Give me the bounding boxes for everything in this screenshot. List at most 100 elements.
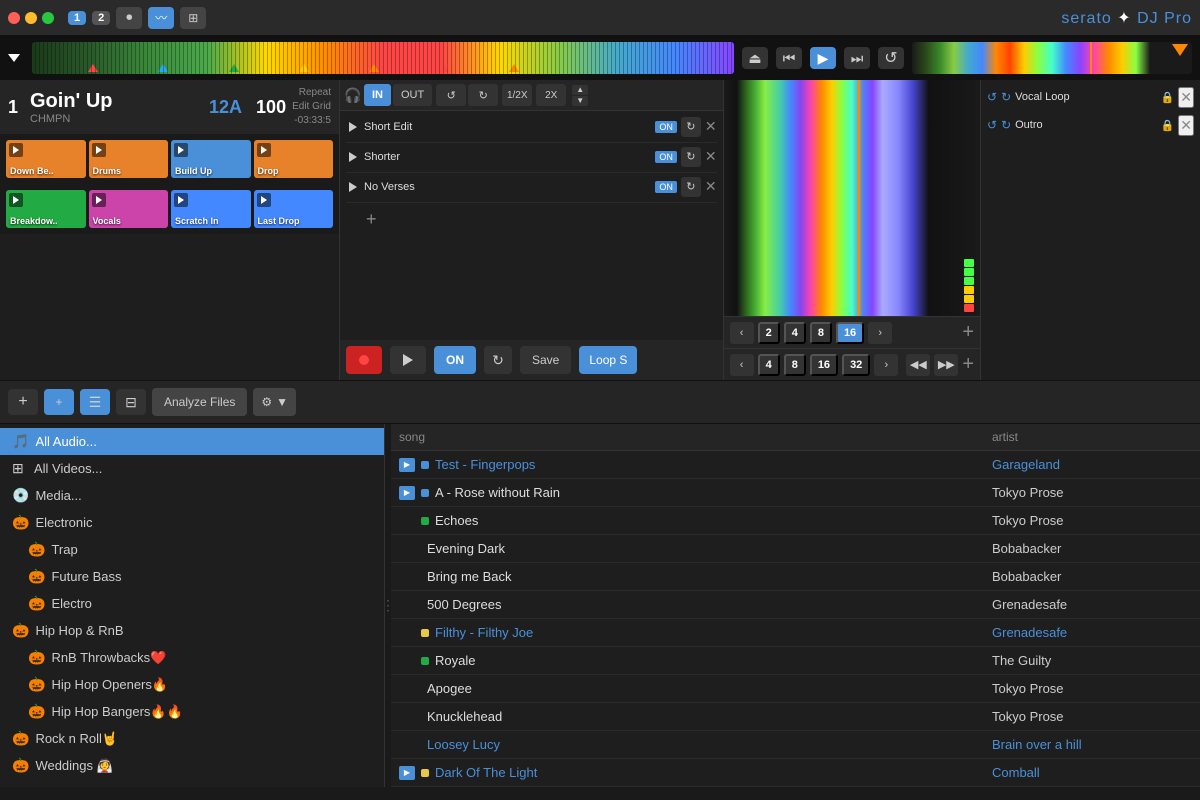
track-row[interactable]: Echoes Tokyo Prose [391,507,1200,535]
library-settings-btn[interactable]: ⚙ ▼ [253,388,296,416]
track-row[interactable]: ▶ Test - Fingerpops Garageland [391,451,1200,479]
grid-view-btn[interactable]: ⊟ [116,389,146,415]
cue-pad-scratch[interactable]: Scratch In [171,190,251,228]
loop2-close-btn[interactable]: ✕ [705,148,717,165]
loop1-play-btn[interactable] [346,120,360,134]
minimize-window-btn[interactable] [25,12,37,24]
loop1-close-btn[interactable]: ✕ [705,118,717,135]
grid-btn[interactable]: ⊞ [180,7,206,29]
sync-button[interactable]: ↻ [484,346,512,374]
loop3-close-btn[interactable]: ✕ [705,178,717,195]
loop-add-btn[interactable]: + [962,321,974,344]
sidebar-item-rnb[interactable]: 🎃 RnB Throwbacks❤️ [0,644,384,671]
deck-tab-2[interactable]: 2 [92,11,110,25]
loop-rewind-btn[interactable]: ↺ [436,84,466,106]
loop-prev2-btn[interactable]: ‹ [730,354,754,376]
track-row[interactable]: Apogee Tokyo Prose [391,675,1200,703]
left-deck: 1 Goin' Up CHMPN 12A 100 Repeat Edit Gri… [0,80,340,380]
cue-pad-drop[interactable]: Drop [254,140,334,178]
loop-size-8[interactable]: 8 [810,322,832,344]
sidebar-item-hiphop[interactable]: 🎃 Hip Hop & RnB [0,617,384,644]
loop-forward-btn[interactable]: ↻ [468,84,498,106]
loop-arrow-right-btn[interactable]: ▶▶ [934,354,958,376]
cue-pad-drums[interactable]: Drums [89,140,169,178]
save-button[interactable]: Save [520,346,571,374]
cue-pad-breakdown[interactable]: Breakdow.. [6,190,86,228]
loop-size-4[interactable]: 4 [784,322,806,344]
track-row[interactable]: ▶ A - Rose without Rain Tokyo Prose [391,479,1200,507]
media-icon: 💿 [12,487,29,504]
record-btn[interactable]: ⏺ [116,7,142,29]
waveform-strip[interactable] [32,42,734,74]
loop-add2-btn[interactable]: + [962,353,974,376]
on-button[interactable]: ON [434,346,476,374]
loop-size-16[interactable]: 16 [836,322,864,344]
loop-size-16b[interactable]: 16 [810,354,838,376]
waveform-overview[interactable]: ⏏ ⏮ ▶ ⏭ ↺ [0,36,1200,80]
sidebar-item-trap[interactable]: 🎃 Trap [0,536,384,563]
track-row[interactable]: Loosey Lucy Brain over a hill [391,731,1200,759]
main-waveform[interactable] [724,80,980,316]
loop-prev-btn[interactable]: ‹ [730,322,754,344]
sidebar-item-future-bass[interactable]: 🎃 Future Bass [0,563,384,590]
cue-pad-down-be[interactable]: Down Be.. [6,140,86,178]
sidebar-item-media[interactable]: 💿 Media... [0,482,384,509]
list-view-btn[interactable]: ☰ [80,389,110,415]
sidebar-item-all-videos[interactable]: ⊞ All Videos... [0,455,384,482]
sidebar-item-electronic[interactable]: 🎃 Electronic [0,509,384,536]
loop2-sync-btn[interactable]: ↻ [681,147,701,167]
loop-btn[interactable]: ↺ [878,47,904,69]
sidebar-item-weddings[interactable]: 🎃 Weddings 👰 [0,752,384,779]
sidebar-item-hiphop-openers[interactable]: 🎃 Hip Hop Openers🔥 [0,671,384,698]
in-btn[interactable]: IN [364,84,391,106]
record-button[interactable] [346,346,382,374]
loop-size-8b[interactable]: 8 [784,354,806,376]
sidebar-item-rock[interactable]: 🎃 Rock n Roll🤘 [0,725,384,752]
track-row[interactable]: Bring me Back Bobabacker [391,563,1200,591]
sidebar-item-all-audio[interactable]: 🎵 All Audio... [0,428,384,455]
eject-btn[interactable]: ⏏ [742,47,768,69]
loop-size-32[interactable]: 32 [842,354,870,376]
sidebar-item-electro[interactable]: 🎃 Electro [0,590,384,617]
waveform-btn[interactable]: 〰 [148,7,174,29]
half-loop-btn[interactable]: 1/2X [502,84,532,106]
loop-next2-btn[interactable]: › [874,354,898,376]
loop3-play-btn[interactable] [346,180,360,194]
deck-tab-1[interactable]: 1 [68,11,86,25]
cue-pad-last-drop[interactable]: Last Drop [254,190,334,228]
add-loop-btn[interactable]: + [366,209,377,230]
loop2-play-btn[interactable] [346,150,360,164]
loop-size-2[interactable]: 2 [758,322,780,344]
sidebar-item-hiphop-bangers[interactable]: 🎃 Hip Hop Bangers🔥🔥 [0,698,384,725]
skip-back-btn[interactable]: ⏮ [776,47,802,69]
track-row[interactable]: Royale The Guilty [391,647,1200,675]
loop-headphones-btn[interactable]: 🎧 [346,88,360,102]
play-pause-btn[interactable]: ▶ [810,47,836,69]
loop-s-button[interactable]: Loop S [579,346,637,374]
play-button[interactable] [390,346,426,374]
loop3-sync-btn[interactable]: ↻ [681,177,701,197]
track-row[interactable]: Evening Dark Bobabacker [391,535,1200,563]
maximize-window-btn[interactable] [42,12,54,24]
track-row[interactable]: Filthy - Filthy Joe Grenadesafe [391,619,1200,647]
loop-arrow-left-btn[interactable]: ◀◀ [906,354,930,376]
cue-pad-vocals[interactable]: Vocals [89,190,169,228]
loop-next-btn[interactable]: › [868,322,892,344]
track-row[interactable]: Knucklehead Tokyo Prose [391,703,1200,731]
outro-close-btn[interactable]: ✕ [1178,115,1194,136]
track-row[interactable]: ▶ Dark Of The Light Comball [391,759,1200,787]
vocal-loop-close-btn[interactable]: ✕ [1178,87,1194,108]
loop-up-btn[interactable]: ▲ [572,85,588,95]
add-crate-btn[interactable]: + [8,389,38,415]
track-row[interactable]: 500 Degrees Grenadesafe [391,591,1200,619]
loop-down-btn[interactable]: ▼ [572,96,588,106]
loop-size-4b[interactable]: 4 [758,354,780,376]
cue-pad-build-up[interactable]: Build Up [171,140,251,178]
analyze-files-btn[interactable]: Analyze Files [152,388,247,416]
add-subcrate-btn[interactable]: + [44,389,74,415]
double-loop-btn[interactable]: 2X [536,84,566,106]
out-btn[interactable]: OUT [393,84,432,106]
close-window-btn[interactable] [8,12,20,24]
skip-forward-btn[interactable]: ⏭ [844,47,870,69]
loop1-sync-btn[interactable]: ↻ [681,117,701,137]
